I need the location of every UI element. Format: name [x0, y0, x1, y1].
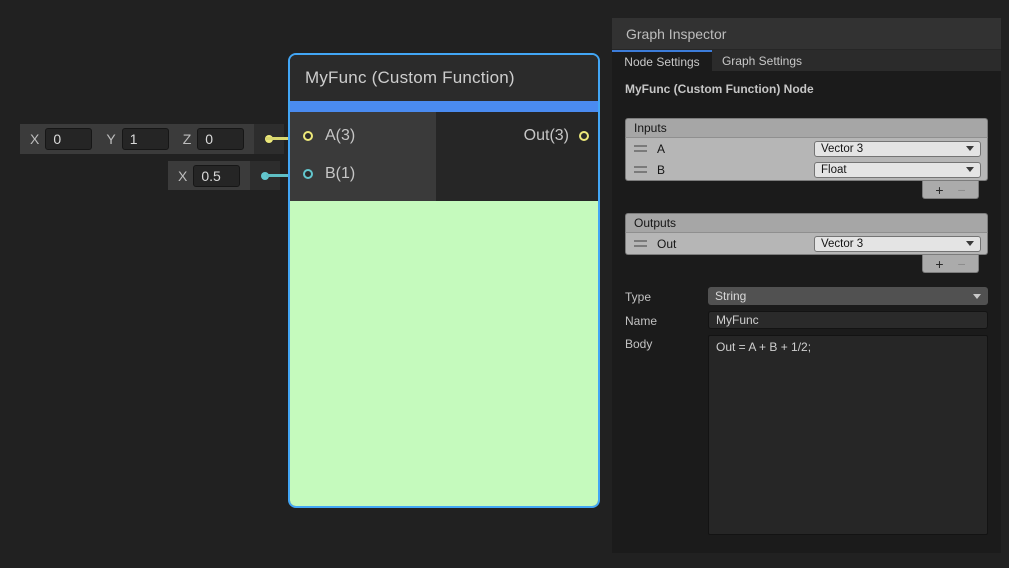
input-b-type-value: Float [821, 164, 847, 176]
chevron-down-icon [966, 167, 974, 172]
input-b-type-dropdown[interactable]: Float [814, 162, 981, 178]
port-b-icon[interactable] [303, 169, 313, 179]
name-row: Name [625, 311, 988, 329]
port-b-label: B(1) [325, 165, 355, 183]
port-row-out[interactable]: Out(3) [436, 117, 598, 155]
body-label: Body [625, 335, 708, 351]
port-a-label: A(3) [325, 127, 355, 145]
outputs-list-header: Outputs [625, 213, 988, 233]
port-a-icon[interactable] [303, 131, 313, 141]
port-out-icon[interactable] [579, 131, 589, 141]
axis-z-label: Z [183, 131, 192, 147]
list-item[interactable]: A Vector 3 [626, 138, 987, 159]
inputs-list-footer: + − [625, 181, 988, 199]
node-input-ports: A(3) B(1) [290, 112, 436, 201]
list-item[interactable]: B Float [626, 159, 987, 180]
outputs-add-remove-box: + − [922, 255, 979, 273]
remove-input-button[interactable]: − [958, 183, 966, 197]
add-input-button[interactable]: + [935, 183, 943, 197]
vector3-y-field[interactable]: 1 [122, 128, 169, 150]
chevron-down-icon [973, 294, 981, 299]
axis-y-label: Y [106, 131, 115, 147]
outputs-list: Outputs Out Vector 3 + − [625, 213, 988, 273]
input-a-type-dropdown[interactable]: Vector 3 [814, 141, 981, 157]
chevron-down-icon [966, 241, 974, 246]
chevron-down-icon [966, 146, 974, 151]
inputs-add-remove-box: + − [922, 181, 979, 199]
node-preview [290, 201, 598, 506]
type-dropdown[interactable]: String [708, 287, 988, 305]
port-row-a[interactable]: A(3) [290, 117, 436, 155]
float-fields: X 0.5 [168, 161, 250, 190]
output-out-name: Out [657, 237, 814, 251]
graph-inspector-title-bar[interactable]: Graph Inspector [612, 18, 1001, 50]
input-a-type-value: Vector 3 [821, 143, 863, 155]
node-header[interactable]: MyFunc (Custom Function) [290, 55, 598, 101]
input-b-name: B [657, 163, 814, 177]
float-value-widget: X 0.5 [168, 161, 280, 190]
port-out-label: Out(3) [524, 127, 569, 145]
tab-node-settings[interactable]: Node Settings [612, 50, 712, 71]
outputs-list-rows: Out Vector 3 [625, 233, 988, 255]
type-label: Type [625, 288, 708, 304]
tab-graph-settings[interactable]: Graph Settings [712, 50, 812, 71]
type-value: String [715, 289, 746, 303]
axis-x-label: X [30, 131, 39, 147]
inspector-heading: MyFunc (Custom Function) Node [625, 82, 988, 96]
inspector-tab-bar: Node Settings Graph Settings [612, 50, 1001, 71]
list-item[interactable]: Out Vector 3 [626, 233, 987, 254]
body-row: Body Out = A + B + 1/2; [625, 335, 988, 535]
vector3-value-widget: X 0 Y 1 Z 0 [20, 124, 284, 154]
inputs-list-rows: A Vector 3 B Float [625, 138, 988, 181]
output-out-type-dropdown[interactable]: Vector 3 [814, 236, 981, 252]
inputs-list: Inputs A Vector 3 B Float [625, 118, 988, 199]
axis-x-label: X [178, 168, 187, 184]
node-accent-bar [290, 101, 598, 112]
port-row-b[interactable]: B(1) [290, 155, 436, 193]
remove-output-button[interactable]: − [958, 257, 966, 271]
custom-function-node[interactable]: MyFunc (Custom Function) A(3) B(1) Out(3… [288, 53, 600, 508]
vector3-fields: X 0 Y 1 Z 0 [20, 124, 254, 154]
node-output-ports: Out(3) [436, 112, 598, 201]
graph-inspector-panel: Graph Inspector Node Settings Graph Sett… [612, 18, 1001, 553]
name-field[interactable] [708, 311, 988, 329]
output-out-type-value: Vector 3 [821, 238, 863, 250]
inspector-content: MyFunc (Custom Function) Node Inputs A V… [612, 71, 1001, 553]
drag-handle-icon[interactable] [634, 240, 647, 247]
vector3-x-field[interactable]: 0 [45, 128, 92, 150]
type-row: Type String [625, 287, 988, 305]
drag-handle-icon[interactable] [634, 145, 647, 152]
node-ports: A(3) B(1) Out(3) [290, 112, 598, 201]
drag-handle-icon[interactable] [634, 166, 647, 173]
node-title: MyFunc (Custom Function) [305, 68, 515, 88]
outputs-list-footer: + − [625, 255, 988, 273]
graph-inspector-title: Graph Inspector [626, 26, 726, 42]
body-field[interactable]: Out = A + B + 1/2; [708, 335, 988, 535]
inputs-list-header: Inputs [625, 118, 988, 138]
name-label: Name [625, 312, 708, 328]
input-a-name: A [657, 142, 814, 156]
vector3-z-field[interactable]: 0 [197, 128, 244, 150]
float-x-field[interactable]: 0.5 [193, 165, 240, 187]
add-output-button[interactable]: + [935, 257, 943, 271]
